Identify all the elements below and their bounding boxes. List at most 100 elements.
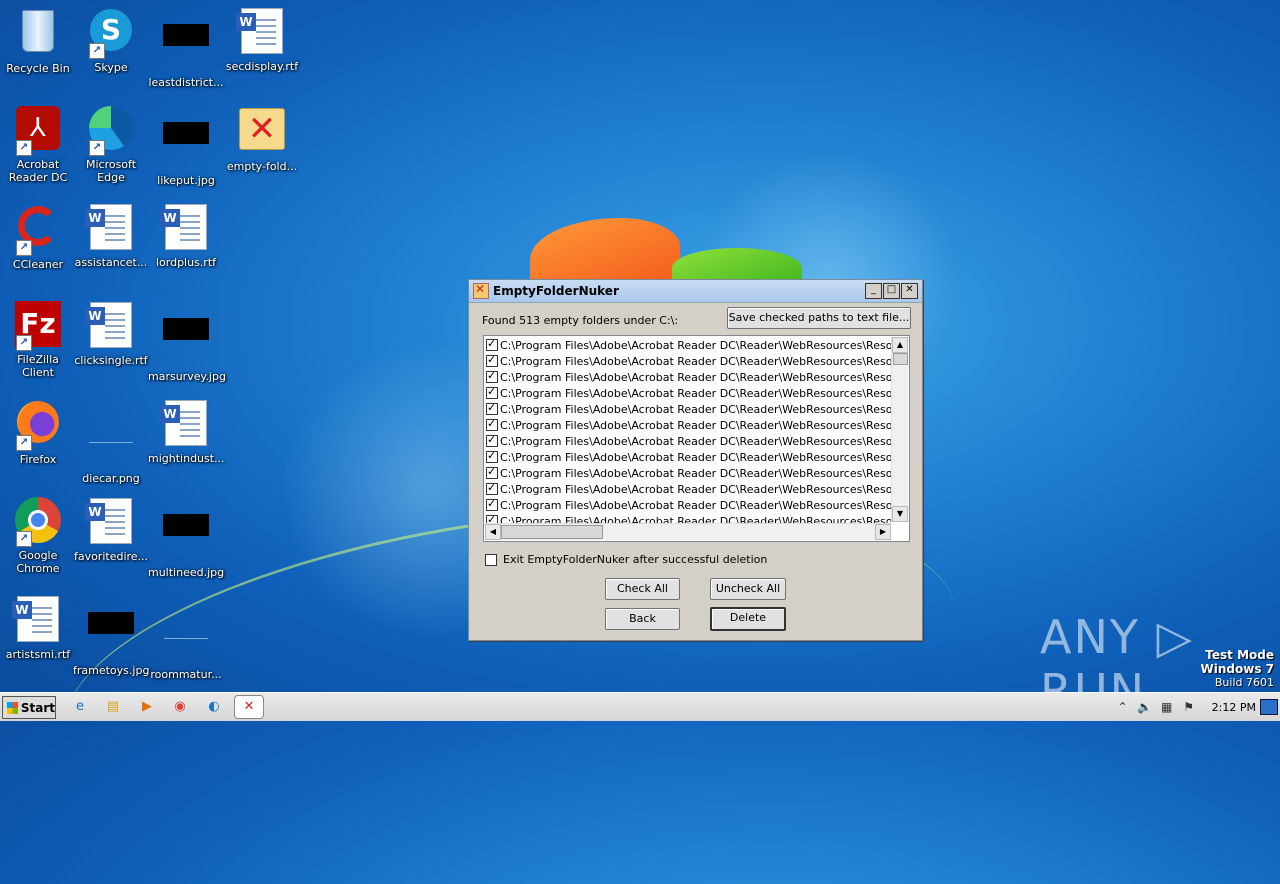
desktop-icon-acrobat[interactable]: ⅄ ↗ Acrobat Reader DC bbox=[0, 104, 76, 184]
desktop-icon-multineed[interactable]: multineed.jpg bbox=[148, 496, 224, 579]
folder-path-text: C:\Program Files\Adobe\Acrobat Reader DC… bbox=[500, 434, 891, 448]
close-button[interactable]: ✕ bbox=[901, 283, 918, 299]
folder-list-row[interactable]: C:\Program Files\Adobe\Acrobat Reader DC… bbox=[486, 449, 891, 465]
check-all-button[interactable]: Check All bbox=[605, 578, 680, 600]
empty-folder-nuker-icon: ✕ bbox=[238, 108, 286, 156]
desktop-icon-secdisplay[interactable]: W secdisplay.rtf bbox=[224, 6, 300, 73]
shortcut-arrow-icon: ↗ bbox=[16, 140, 32, 156]
system-tray: ⌃ 🔈 ▦ ⚑ 2:12 PM bbox=[1112, 693, 1280, 721]
folder-row-checkbox[interactable] bbox=[486, 385, 498, 399]
volume-icon[interactable]: 🔈 bbox=[1137, 699, 1153, 715]
shortcut-arrow-icon: ↗ bbox=[89, 140, 105, 156]
desktop-icon-roommatur[interactable]: roommatur... bbox=[148, 594, 224, 681]
folder-row-checkbox[interactable] bbox=[486, 353, 498, 367]
folder-row-checkbox[interactable] bbox=[486, 497, 498, 511]
folder-row-checkbox[interactable] bbox=[486, 449, 498, 463]
window-titlebar[interactable]: EmptyFolderNuker _ □ ✕ bbox=[469, 280, 922, 303]
test-mode-label: Test Mode bbox=[1205, 648, 1274, 662]
desktop-icon-assistancet[interactable]: W assistancet... bbox=[73, 202, 149, 269]
exit-after-deletion-option[interactable]: Exit EmptyFolderNuker after successful d… bbox=[485, 553, 767, 566]
empty-folder-nuker-taskbar-icon[interactable]: ✕ bbox=[234, 695, 264, 719]
desktop-icon-favoritedire[interactable]: W favoritedire... bbox=[73, 496, 149, 563]
desktop-icon-leastdistrict[interactable]: leastdistrict... bbox=[148, 6, 224, 89]
desktop-icon-firefox[interactable]: ↗ Firefox bbox=[0, 398, 76, 466]
desktop-icon-ccleaner[interactable]: ↗ CCleaner bbox=[0, 202, 76, 271]
folder-row-checkbox[interactable] bbox=[486, 369, 498, 383]
desktop-icon-recycle-bin[interactable]: Recycle Bin bbox=[0, 6, 76, 75]
folder-list-row[interactable]: C:\Program Files\Adobe\Acrobat Reader DC… bbox=[486, 369, 891, 385]
image-file-icon bbox=[162, 514, 210, 562]
image-file-icon bbox=[87, 420, 135, 468]
show-desktop-button[interactable] bbox=[1260, 699, 1278, 715]
word-document-icon: W bbox=[85, 204, 135, 252]
vertical-scroll-thumb[interactable] bbox=[893, 353, 908, 365]
scroll-left-arrow-icon[interactable]: ◀ bbox=[485, 524, 501, 540]
empty-folder-nuker-window: EmptyFolderNuker _ □ ✕ Found 513 empty f… bbox=[468, 279, 923, 641]
folder-path-text: C:\Program Files\Adobe\Acrobat Reader DC… bbox=[500, 402, 891, 416]
scroll-down-arrow-icon[interactable]: ▼ bbox=[892, 506, 908, 522]
vertical-scrollbar[interactable]: ▲ ▼ bbox=[891, 337, 908, 522]
desktop-icon-artistsmi[interactable]: W artistsmi.rtf bbox=[0, 594, 76, 661]
shortcut-arrow-icon: ↗ bbox=[89, 43, 105, 59]
recycle-bin-icon bbox=[14, 10, 62, 58]
desktop-icon-filezilla[interactable]: Fz ↗ FileZilla Client bbox=[0, 300, 76, 379]
minimize-button[interactable]: _ bbox=[865, 283, 882, 299]
image-file-icon bbox=[162, 318, 210, 366]
horizontal-scroll-thumb[interactable] bbox=[501, 525, 603, 539]
test-mode-watermark: Test Mode Windows 7 Build 7601 bbox=[1201, 648, 1274, 690]
clock[interactable]: 2:12 PM bbox=[1212, 701, 1256, 714]
shortcut-arrow-icon: ↗ bbox=[16, 335, 32, 351]
maximize-button[interactable]: □ bbox=[883, 283, 900, 299]
desktop-icon-diecar[interactable]: diecar.png bbox=[73, 398, 149, 485]
desktop-icon-likeput[interactable]: likeput.jpg bbox=[148, 104, 224, 187]
folder-list-row[interactable]: C:\Program Files\Adobe\Acrobat Reader DC… bbox=[486, 353, 891, 369]
desktop-icon-frametoys[interactable]: frametoys.jpg bbox=[73, 594, 149, 677]
image-file-icon bbox=[162, 616, 210, 664]
desktop-icon-marsurvey[interactable]: marsurvey.jpg bbox=[148, 300, 226, 383]
desktop-icon-chrome[interactable]: ↗ Google Chrome bbox=[0, 496, 76, 575]
folder-row-checkbox[interactable] bbox=[486, 481, 498, 495]
edge-taskbar-icon[interactable]: ◐ bbox=[204, 697, 224, 717]
folder-row-checkbox[interactable] bbox=[486, 433, 498, 447]
desktop-icon-empty-folder-nuker[interactable]: ✕ empty-fold... bbox=[224, 104, 300, 173]
back-button[interactable]: Back bbox=[605, 608, 680, 630]
tray-expand-icon[interactable]: ⌃ bbox=[1115, 699, 1131, 715]
folder-list-row[interactable]: C:\Program Files\Adobe\Acrobat Reader DC… bbox=[486, 401, 891, 417]
desktop-icon-lordplus[interactable]: W lordplus.rtf bbox=[148, 202, 224, 269]
taskbar: Start e ▤ ▶ ◉ ◐ ✕ ⌃ 🔈 ▦ ⚑ 2:12 PM bbox=[0, 692, 1280, 721]
start-button[interactable]: Start bbox=[2, 696, 56, 719]
folder-list-row[interactable]: C:\Program Files\Adobe\Acrobat Reader DC… bbox=[486, 385, 891, 401]
filezilla-icon: Fz ↗ bbox=[14, 301, 62, 351]
internet-explorer-icon[interactable]: e bbox=[70, 697, 90, 717]
folder-list-row[interactable]: C:\Program Files\Adobe\Acrobat Reader DC… bbox=[486, 465, 891, 481]
desktop-icon-skype[interactable]: S ↗ Skype bbox=[73, 6, 149, 74]
folder-row-checkbox[interactable] bbox=[486, 465, 498, 479]
folder-list-row[interactable]: C:\Program Files\Adobe\Acrobat Reader DC… bbox=[486, 481, 891, 497]
scroll-up-arrow-icon[interactable]: ▲ bbox=[892, 337, 908, 353]
desktop-icon-mightindust[interactable]: W mightindust... bbox=[148, 398, 225, 465]
media-player-icon[interactable]: ▶ bbox=[137, 697, 157, 717]
desktop-icon-clicksingle[interactable]: W clicksingle.rtf bbox=[73, 300, 149, 367]
folder-list-row[interactable]: C:\Program Files\Adobe\Acrobat Reader DC… bbox=[486, 337, 891, 353]
folder-path-text: C:\Program Files\Adobe\Acrobat Reader DC… bbox=[500, 354, 891, 368]
acrobat-icon: ⅄ ↗ bbox=[14, 106, 62, 156]
delete-button[interactable]: Delete bbox=[710, 607, 786, 631]
network-icon[interactable]: ▦ bbox=[1159, 699, 1175, 715]
folder-list-row[interactable]: C:\Program Files\Adobe\Acrobat Reader DC… bbox=[486, 497, 891, 513]
folder-row-checkbox[interactable] bbox=[486, 337, 498, 351]
uncheck-all-button[interactable]: Uncheck All bbox=[710, 578, 786, 600]
folder-list-row[interactable]: C:\Program Files\Adobe\Acrobat Reader DC… bbox=[486, 433, 891, 449]
chrome-taskbar-icon[interactable]: ◉ bbox=[170, 697, 190, 717]
folder-path-text: C:\Program Files\Adobe\Acrobat Reader DC… bbox=[500, 498, 891, 512]
save-paths-button[interactable]: Save checked paths to text file... bbox=[727, 307, 911, 329]
folder-row-checkbox[interactable] bbox=[486, 401, 498, 415]
folder-row-checkbox[interactable] bbox=[486, 417, 498, 431]
horizontal-scrollbar[interactable]: ◀ ▶ bbox=[485, 523, 891, 540]
folder-list-row[interactable]: C:\Program Files\Adobe\Acrobat Reader DC… bbox=[486, 417, 891, 433]
file-explorer-icon[interactable]: ▤ bbox=[103, 697, 123, 717]
exit-after-deletion-checkbox[interactable] bbox=[485, 553, 497, 566]
folder-list[interactable]: C:\Program Files\Adobe\Acrobat Reader DC… bbox=[483, 335, 910, 542]
scroll-right-arrow-icon[interactable]: ▶ bbox=[875, 524, 891, 540]
action-center-flag-icon[interactable]: ⚑ bbox=[1181, 699, 1197, 715]
desktop-icon-edge[interactable]: ↗ Microsoft Edge bbox=[73, 104, 149, 184]
